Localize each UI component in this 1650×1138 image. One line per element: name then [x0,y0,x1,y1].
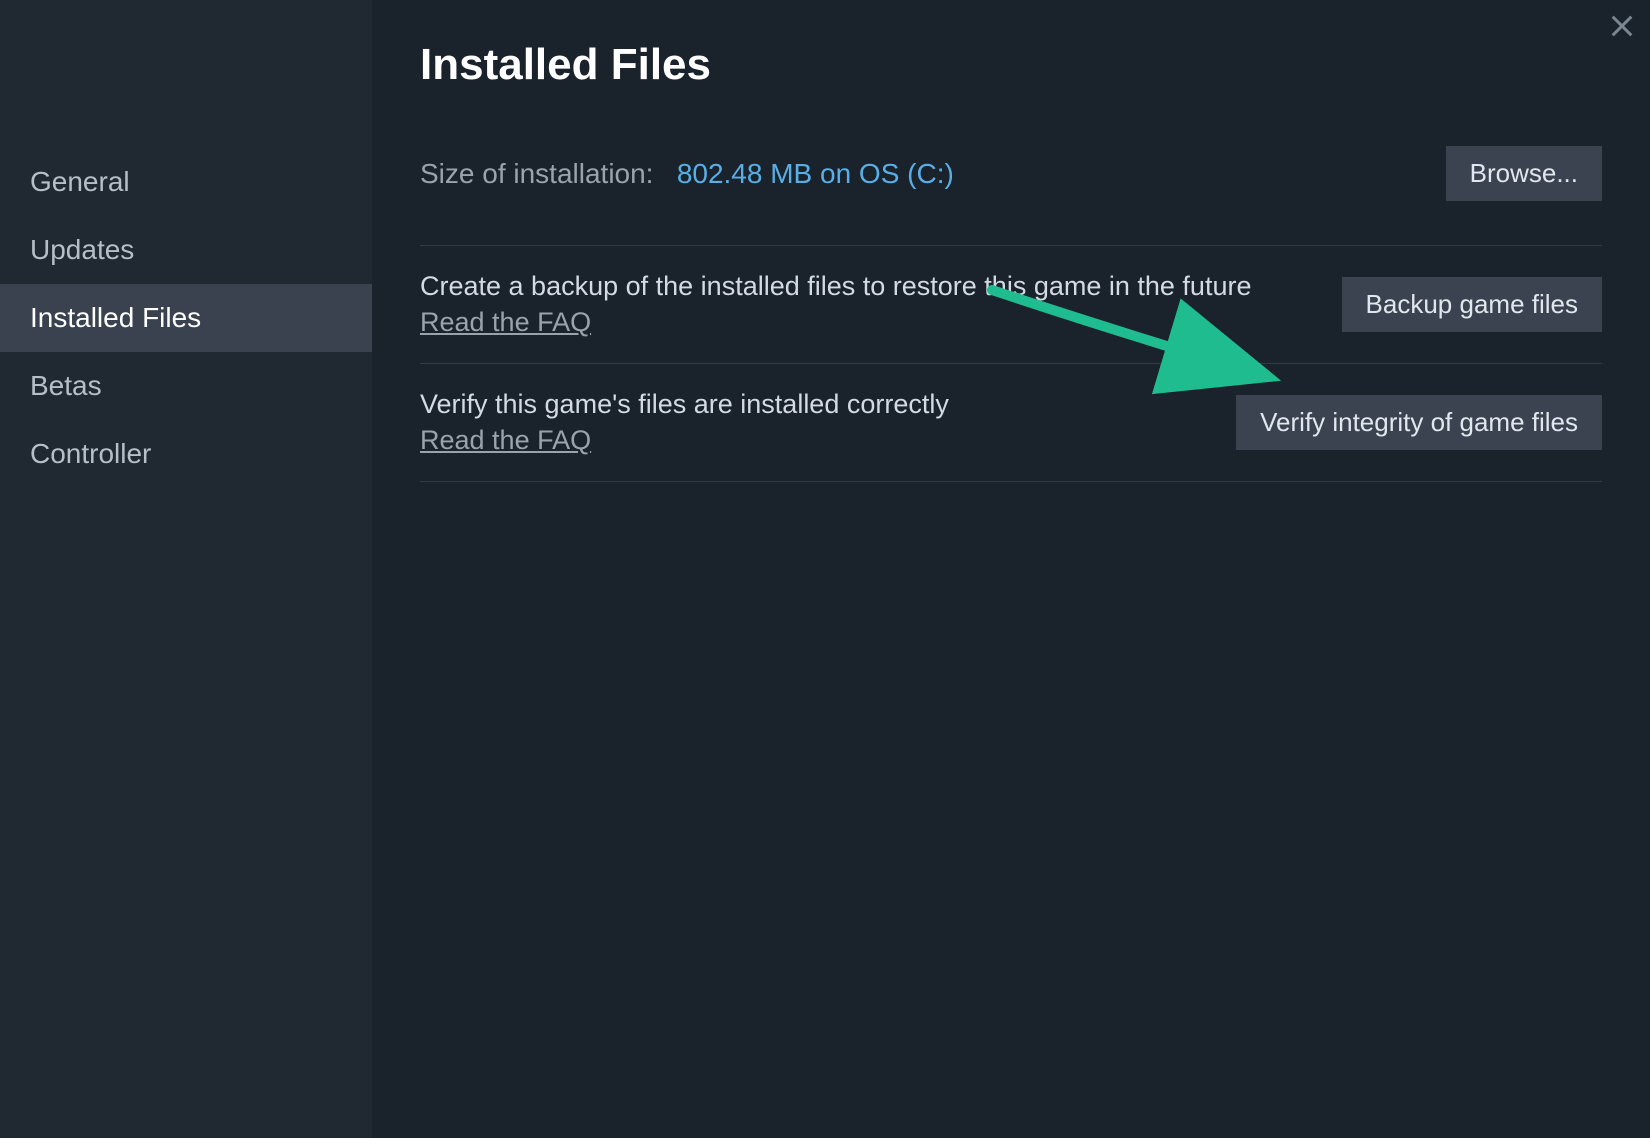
backup-faq-link[interactable]: Read the FAQ [420,307,591,337]
page-title: Installed Files [420,40,1602,90]
backup-description: Create a backup of the installed files t… [420,271,1251,301]
sidebar-item-betas[interactable]: Betas [0,352,372,420]
size-value: 802.48 MB on OS (C:) [677,158,954,189]
close-button[interactable] [1604,8,1640,44]
browse-button[interactable]: Browse... [1446,146,1602,201]
backup-section: Create a backup of the installed files t… [420,245,1602,363]
verify-description: Verify this game's files are installed c… [420,389,949,419]
verify-section: Verify this game's files are installed c… [420,363,1602,482]
size-row: Size of installation: 802.48 MB on OS (C… [420,146,1602,201]
sidebar-item-installed-files[interactable]: Installed Files [0,284,372,352]
size-text: Size of installation: 802.48 MB on OS (C… [420,158,954,190]
sidebar: General Updates Installed Files Betas Co… [0,0,372,1138]
size-label: Size of installation: [420,158,653,189]
main-panel: Installed Files Size of installation: 80… [372,0,1650,1138]
backup-text-block: Create a backup of the installed files t… [420,268,1312,341]
sidebar-item-controller[interactable]: Controller [0,420,372,488]
verify-text-block: Verify this game's files are installed c… [420,386,1206,459]
verify-faq-link[interactable]: Read the FAQ [420,425,591,455]
sidebar-item-general[interactable]: General [0,148,372,216]
close-icon [1608,12,1636,40]
sidebar-item-updates[interactable]: Updates [0,216,372,284]
verify-button[interactable]: Verify integrity of game files [1236,395,1602,450]
backup-button[interactable]: Backup game files [1342,277,1602,332]
